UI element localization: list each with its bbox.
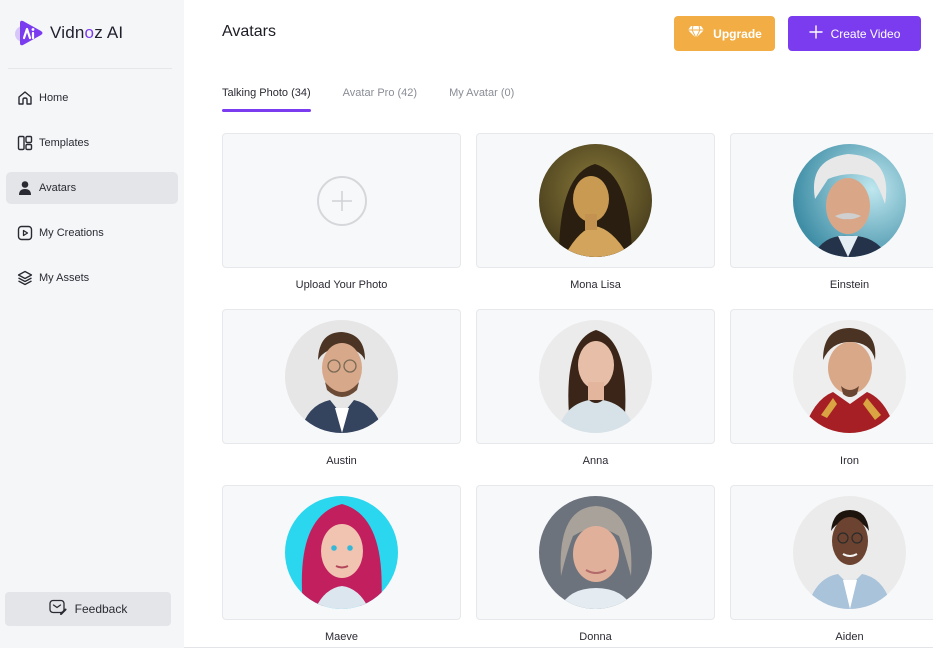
card-label: Maeve [324, 631, 359, 643]
donna-avatar-image [539, 496, 652, 609]
upgrade-button[interactable]: Upgrade [674, 16, 775, 51]
avatar-card-einstein[interactable]: Einstein [730, 133, 933, 291]
main-content: Avatars Upgrade Create Video Talking Pho… [184, 0, 933, 648]
logo[interactable]: Vidnoz AI [14, 18, 123, 48]
avatar-card-box[interactable] [222, 309, 461, 444]
sidebar-item-label: Avatars [39, 182, 77, 194]
avatar-card-box[interactable] [476, 133, 715, 268]
plus-icon [808, 25, 823, 42]
avatar-card-aiden[interactable]: Aiden [730, 485, 933, 643]
sidebar-item-my-creations[interactable]: My Creations [6, 217, 178, 249]
sidebar-item-my-assets[interactable]: My Assets [6, 262, 178, 294]
einstein-avatar-image [793, 144, 906, 257]
sidebar-divider [8, 68, 172, 69]
card-label: Upload Your Photo [295, 279, 388, 291]
avatar-card-mona-lisa[interactable]: Mona Lisa [476, 133, 715, 291]
upgrade-label: Upgrade [713, 26, 762, 41]
anna-avatar-image [539, 320, 652, 433]
diamond-icon [687, 25, 705, 42]
layers-icon [16, 270, 33, 287]
card-label: Aiden [835, 631, 864, 643]
tab-avatar-pro[interactable]: Avatar Pro (42) [343, 87, 417, 109]
austin-avatar-image [285, 320, 398, 433]
card-label: Einstein [829, 279, 870, 291]
sidebar-nav: Home Templates Avatars My Creations My A… [6, 82, 178, 307]
maeve-avatar-image [285, 496, 398, 609]
tab-talking-photo[interactable]: Talking Photo (34) [222, 87, 311, 112]
sidebar: Vidnoz AI Home Templates Avatars My Crea… [0, 0, 184, 648]
avatar-card-box[interactable] [222, 485, 461, 620]
home-icon [16, 90, 33, 107]
create-video-label: Create Video [830, 26, 901, 41]
avatar-card-box[interactable] [730, 485, 933, 620]
logo-text: Vidnoz AI [50, 23, 124, 42]
avatar-card-maeve[interactable]: Maeve [222, 485, 461, 643]
app: Vidnoz AI Home Templates Avatars My Crea… [0, 0, 933, 648]
avatar-card-donna[interactable]: Donna [476, 485, 715, 643]
sidebar-item-label: My Assets [39, 272, 90, 284]
sidebar-item-label: Templates [39, 137, 90, 149]
iron-avatar-image [793, 320, 906, 433]
sidebar-item-home[interactable]: Home [6, 82, 178, 114]
templates-icon [16, 135, 33, 152]
sidebar-item-avatars[interactable]: Avatars [6, 172, 178, 204]
mona-lisa-avatar-image [539, 144, 652, 257]
user-icon [16, 180, 33, 197]
page-title: Avatars [222, 23, 276, 40]
upload-photo-box[interactable] [222, 133, 461, 268]
tab-my-avatar[interactable]: My Avatar (0) [449, 87, 514, 109]
card-label: Austin [326, 455, 357, 467]
avatar-card-box[interactable] [730, 133, 933, 268]
feedback-label: Feedback [74, 602, 128, 616]
feedback-button[interactable]: Feedback [5, 592, 171, 626]
card-label: Donna [579, 631, 612, 643]
avatar-card-iron[interactable]: Iron [730, 309, 933, 467]
sidebar-item-label: My Creations [39, 227, 104, 239]
card-label: Mona Lisa [570, 279, 621, 291]
avatar-card-box[interactable] [730, 309, 933, 444]
play-icon [16, 225, 33, 242]
avatar-card-austin[interactable]: Austin [222, 309, 461, 467]
upload-photo-card[interactable]: Upload Your Photo [222, 133, 461, 291]
avatar-card-anna[interactable]: Anna [476, 309, 715, 467]
card-label: Iron [840, 455, 859, 467]
feedback-icon [48, 599, 67, 620]
create-video-button[interactable]: Create Video [788, 16, 921, 51]
sidebar-item-templates[interactable]: Templates [6, 127, 178, 159]
aiden-avatar-image [793, 496, 906, 609]
vidnoz-logo-icon [14, 18, 44, 48]
upload-plus-icon [316, 175, 367, 226]
sidebar-item-label: Home [39, 92, 69, 104]
card-label: Anna [582, 455, 609, 467]
avatar-card-box[interactable] [476, 485, 715, 620]
avatar-tabs: Talking Photo (34) Avatar Pro (42) My Av… [222, 87, 514, 112]
avatar-card-box[interactable] [476, 309, 715, 444]
